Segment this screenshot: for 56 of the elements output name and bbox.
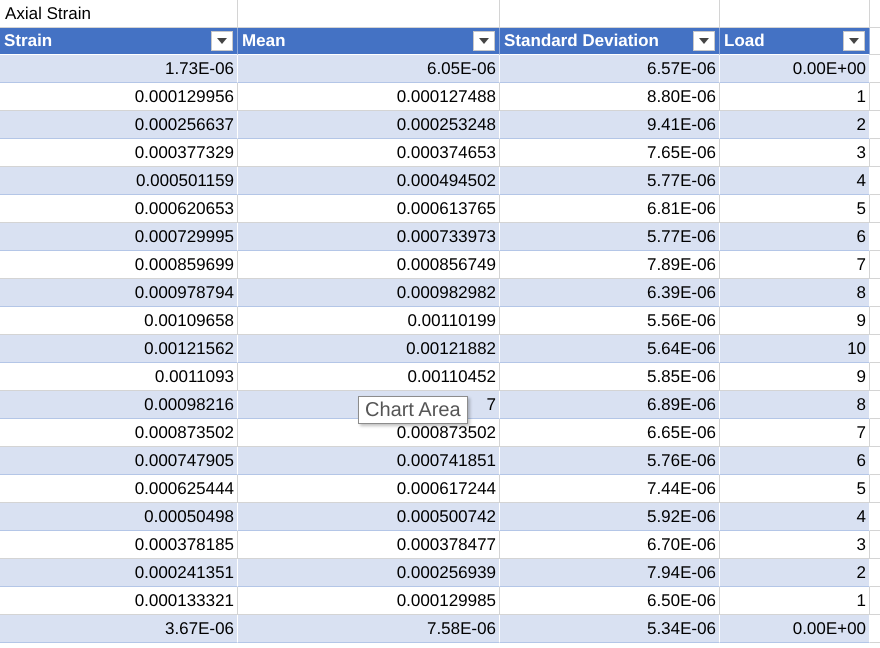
table-cell: 5.34E-06 [500,615,720,643]
table-cell: 2 [720,559,870,587]
table-cell: 6.89E-06 [500,391,720,419]
table-cell: 6 [720,447,870,475]
table-cell: 0.000978794 [0,279,238,307]
caret-icon [699,38,709,44]
caret-icon [849,38,859,44]
table-cell: 0.000500742 [238,503,500,531]
filter-dropdown-button[interactable] [693,31,715,51]
caret-icon [479,38,489,44]
table-cell: 6.39E-06 [500,279,720,307]
table-cell: 0.00E+00 [720,615,870,643]
table-cell: 6.57E-06 [500,55,720,83]
table-cell: 0.000729995 [0,223,238,251]
table-cell: 3.67E-06 [0,615,238,643]
table-cell: 0.00098216 [0,391,238,419]
table-cell: 5.76E-06 [500,447,720,475]
table-cell: 9.41E-06 [500,111,720,139]
table-cell: 7.94E-06 [500,559,720,587]
tooltip: Chart Area [358,396,468,424]
table-cell: 5.77E-06 [500,223,720,251]
table-cell: 0.000747905 [0,447,238,475]
table-cell: 0.00121882 [238,335,500,363]
table-cell: 0.000733973 [238,223,500,251]
table-cell: 8 [720,279,870,307]
table-cell: 1.73E-06 [0,55,238,83]
table-cell: 0.000256637 [0,111,238,139]
column-header: Strain [4,31,52,51]
column-header: Load [724,31,765,51]
table-cell: 0.000741851 [238,447,500,475]
table-cell: 0.000253248 [238,111,500,139]
filter-dropdown-button[interactable] [843,31,865,51]
caret-icon [217,38,227,44]
table-cell: 6.05E-06 [238,55,500,83]
table-cell: 2 [720,111,870,139]
table-cell: 0.00E+00 [720,55,870,83]
table-cell: 4 [720,167,870,195]
table-cell: 5.77E-06 [500,167,720,195]
table-cell: 8 [720,391,870,419]
table-cell: 0.000494502 [238,167,500,195]
column-header: Standard Deviation [504,31,659,51]
column-header: Mean [242,31,286,51]
table-cell: 4 [720,503,870,531]
table-cell: 5.92E-06 [500,503,720,531]
table-cell: 6 [720,223,870,251]
table-cell: 0.000501159 [0,167,238,195]
filter-dropdown-button[interactable] [473,31,495,51]
table-cell: 0.000256939 [238,559,500,587]
table-cell: 0.000982982 [238,279,500,307]
table-cell: 10 [720,335,870,363]
table-cell: 0.000241351 [0,559,238,587]
table-cell: 0.00121562 [0,335,238,363]
filter-dropdown-button[interactable] [211,31,233,51]
table-cell: 5.64E-06 [500,335,720,363]
table-cell: 0.00050498 [0,503,238,531]
table-cell: 7.58E-06 [238,615,500,643]
